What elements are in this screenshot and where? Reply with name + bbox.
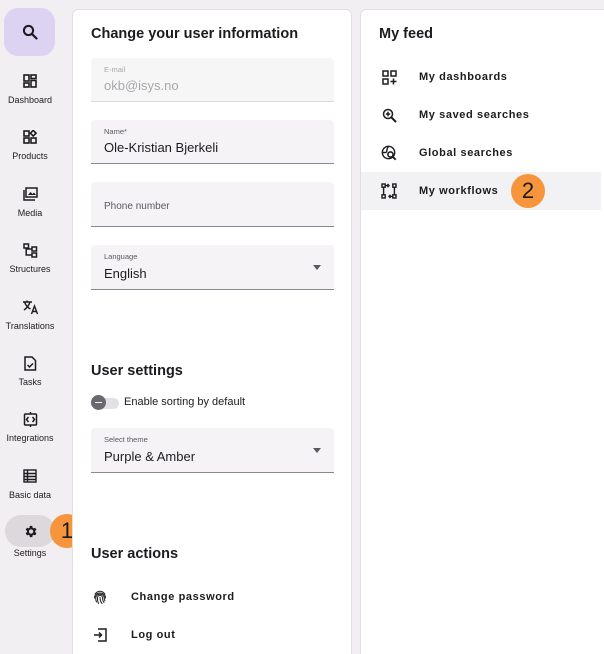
feed-item-label: My workflows bbox=[419, 185, 499, 197]
sidebar-item-products[interactable]: Products bbox=[0, 124, 60, 174]
global-search-icon bbox=[380, 144, 398, 162]
sidebar-item-label: Integrations bbox=[6, 433, 54, 443]
sidebar-item-integrations[interactable]: Integrations bbox=[0, 406, 60, 456]
feed-item-my-dashboards[interactable]: My dashboards bbox=[361, 58, 601, 96]
zoom-in-icon bbox=[380, 106, 398, 124]
name-field-value: Ole-Kristian Bjerkeli bbox=[104, 140, 219, 155]
name-field-label: Name* bbox=[104, 127, 127, 136]
language-select-value: English bbox=[104, 266, 147, 281]
my-feed-panel: My feed My dashboards My saved searches … bbox=[360, 9, 604, 654]
structures-icon bbox=[6, 237, 54, 263]
search-icon bbox=[22, 24, 38, 40]
sidebar-nav: Dashboard Products Media Structures Tran… bbox=[0, 0, 64, 654]
my-feed-title: My feed bbox=[379, 26, 433, 42]
media-icon bbox=[6, 181, 54, 207]
user-settings-title: User settings bbox=[91, 363, 183, 379]
sidebar-item-basic-data[interactable]: Basic data bbox=[0, 463, 60, 513]
sidebar-item-label: Products bbox=[12, 151, 48, 161]
user-info-title: Change your user information bbox=[91, 26, 299, 42]
sidebar-item-label: Settings bbox=[13, 548, 47, 558]
toggle-thumb bbox=[91, 395, 106, 410]
sidebar-item-media[interactable]: Media bbox=[0, 181, 60, 231]
workflow-icon bbox=[380, 182, 398, 200]
theme-select[interactable]: Select theme Purple & Amber bbox=[91, 428, 334, 473]
feed-item-my-workflows[interactable]: My workflows bbox=[361, 172, 601, 210]
theme-select-value: Purple & Amber bbox=[104, 449, 196, 464]
dashboard-add-icon bbox=[380, 68, 398, 86]
email-field[interactable]: E-mail okb@isys.no bbox=[91, 58, 334, 102]
user-info-panel: Change your user information E-mail okb@… bbox=[72, 9, 352, 654]
language-select[interactable]: Language English bbox=[91, 245, 334, 290]
change-password-button[interactable]: Change password bbox=[91, 584, 341, 610]
sidebar-item-translations[interactable]: Translations bbox=[0, 294, 60, 344]
chevron-down-icon bbox=[313, 265, 321, 270]
sorting-toggle[interactable] bbox=[91, 395, 121, 410]
feed-item-global-searches[interactable]: Global searches bbox=[361, 134, 601, 172]
email-field-value: okb@isys.no bbox=[104, 78, 179, 93]
products-icon bbox=[6, 124, 54, 150]
sidebar-item-label: Tasks bbox=[18, 377, 42, 387]
feed-item-my-saved-searches[interactable]: My saved searches bbox=[361, 96, 601, 134]
logout-icon bbox=[91, 626, 109, 644]
sidebar-item-label: Media bbox=[17, 208, 43, 218]
feed-item-label: My dashboards bbox=[419, 71, 508, 83]
translate-icon bbox=[6, 294, 54, 320]
log-out-label: Log out bbox=[131, 629, 176, 641]
sidebar-item-label: Basic data bbox=[8, 490, 52, 500]
sorting-toggle-label: Enable sorting by default bbox=[124, 396, 246, 408]
phone-field[interactable]: Phone number bbox=[91, 182, 334, 227]
sidebar-item-label: Translations bbox=[5, 321, 55, 331]
phone-field-placeholder: Phone number bbox=[104, 201, 170, 212]
integrations-icon bbox=[6, 406, 54, 432]
sidebar-item-dashboard[interactable]: Dashboard bbox=[0, 68, 60, 118]
gear-icon bbox=[5, 515, 55, 547]
chevron-down-icon bbox=[313, 448, 321, 453]
theme-select-label: Select theme bbox=[104, 435, 148, 444]
email-field-label: E-mail bbox=[104, 65, 126, 74]
feed-item-label: Global searches bbox=[419, 147, 513, 159]
sidebar-item-tasks[interactable]: Tasks bbox=[0, 350, 60, 400]
sidebar-item-label: Structures bbox=[9, 264, 51, 274]
change-password-label: Change password bbox=[131, 591, 235, 603]
basic-data-icon bbox=[6, 463, 54, 489]
tasks-icon bbox=[6, 350, 54, 376]
step-marker-2: 2 bbox=[511, 174, 545, 208]
search-button[interactable] bbox=[4, 8, 55, 56]
language-select-label: Language bbox=[104, 252, 138, 261]
fingerprint-icon bbox=[91, 588, 109, 606]
user-actions-title: User actions bbox=[91, 546, 179, 562]
dashboard-icon bbox=[6, 68, 54, 94]
feed-item-label: My saved searches bbox=[419, 109, 530, 121]
name-field[interactable]: Name* Ole-Kristian Bjerkeli bbox=[91, 120, 334, 164]
sidebar-item-structures[interactable]: Structures bbox=[0, 237, 60, 287]
log-out-button[interactable]: Log out bbox=[91, 622, 341, 648]
sidebar-item-label: Dashboard bbox=[7, 95, 53, 105]
